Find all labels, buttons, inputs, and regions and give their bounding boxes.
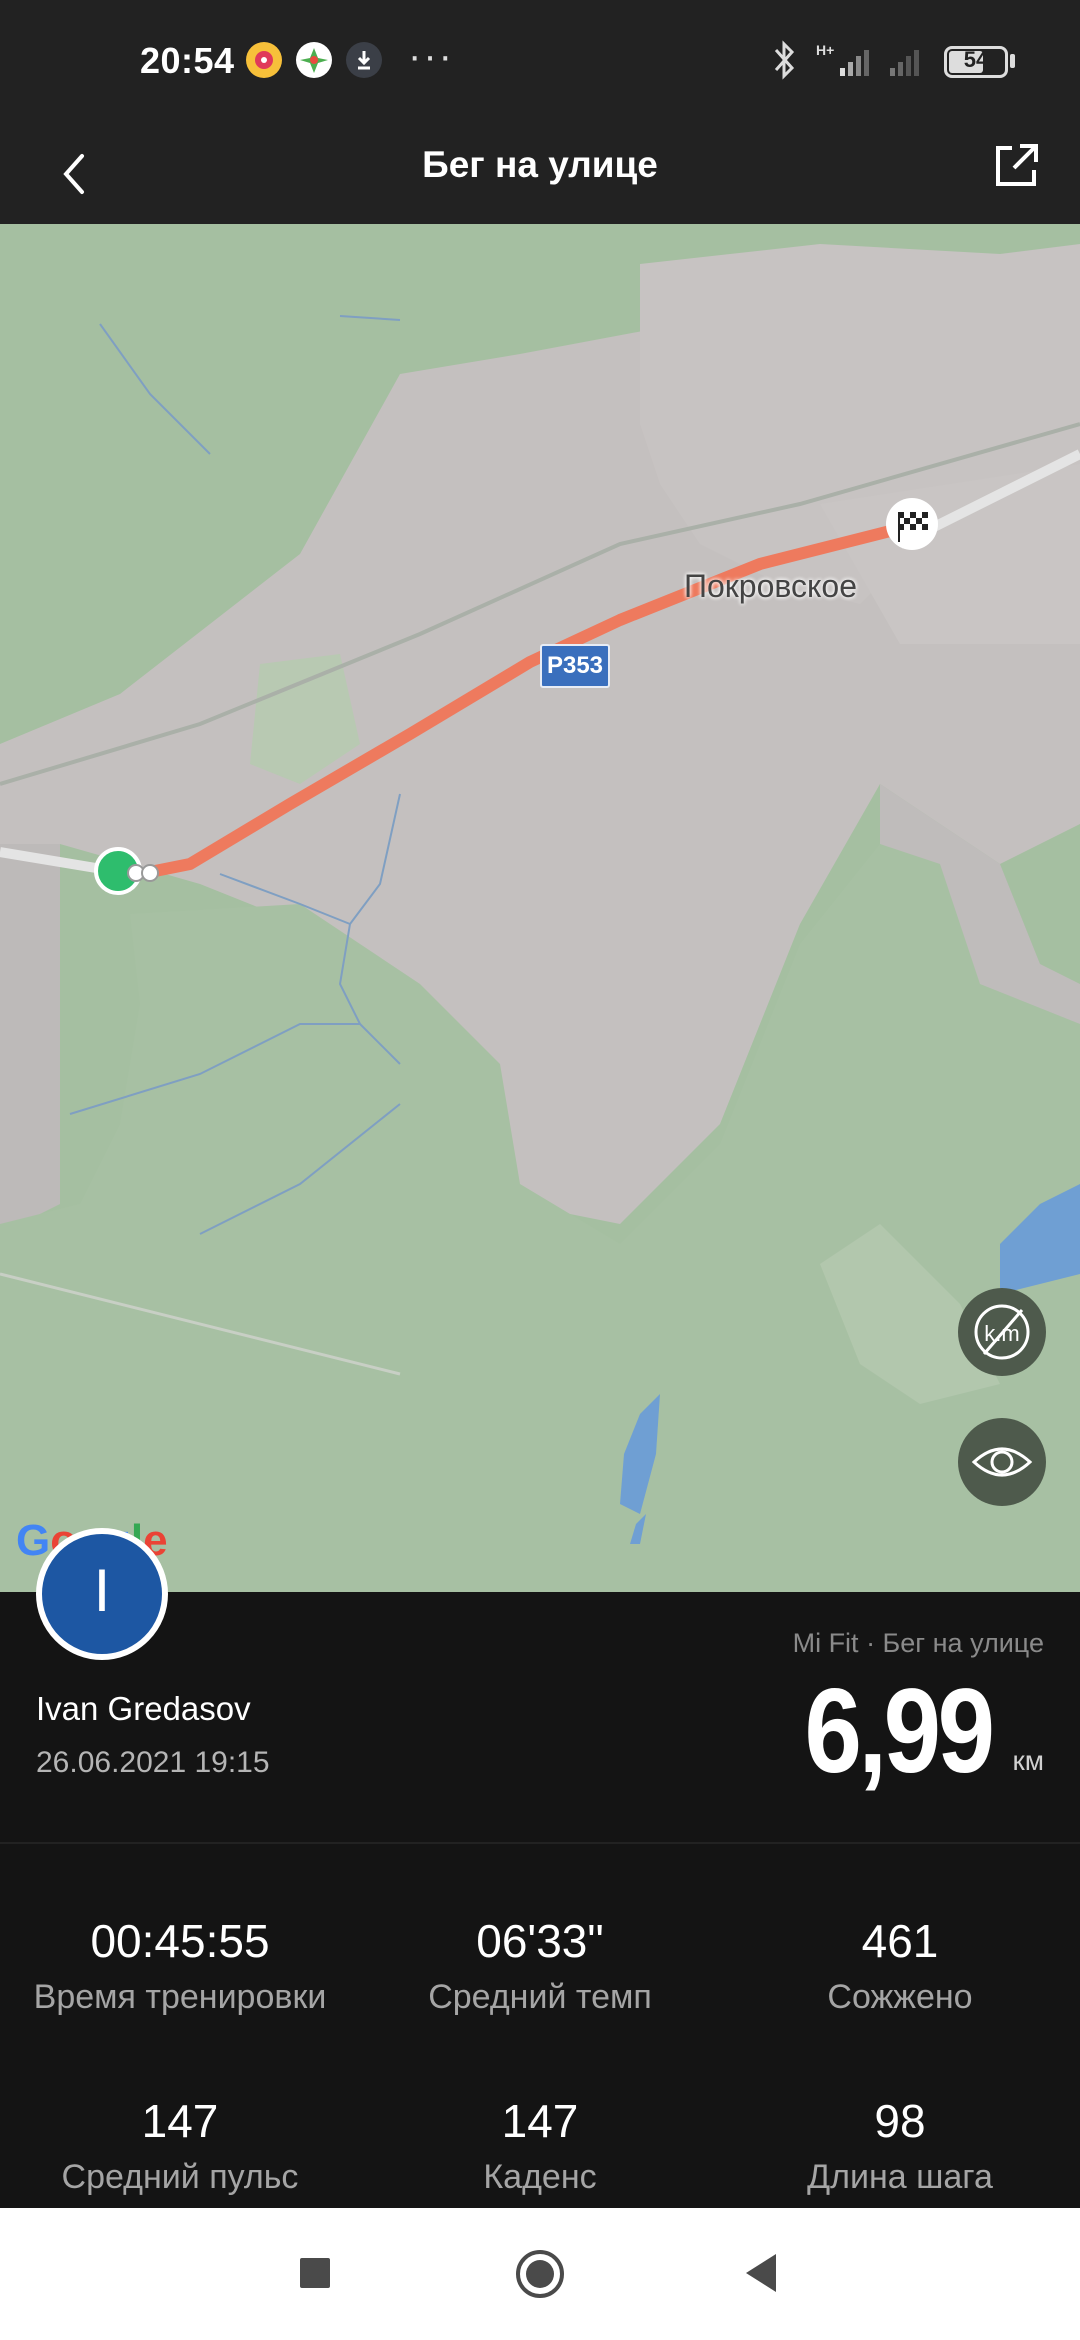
page-title: Бег на улице: [422, 144, 658, 185]
town-label: Покровское: [684, 568, 857, 604]
more-notifications-indicator: ···: [408, 34, 454, 78]
stat-value: 461: [861, 1915, 939, 1967]
battery-tip: [1010, 54, 1015, 68]
stat-value: 98: [874, 2095, 926, 2147]
bluetooth-icon: [774, 40, 795, 80]
network-type-label: H+: [816, 42, 835, 58]
avatar-initial: I: [93, 1557, 111, 1624]
download-icon: [346, 42, 382, 78]
stat-value: 06'33": [476, 1915, 604, 1967]
music-app-icon: [246, 42, 282, 78]
workout-date: 26.06.2021 19:15: [36, 1746, 270, 1779]
stat-label: Средний темп: [428, 1978, 652, 2016]
recents-button[interactable]: [300, 2258, 330, 2288]
road-badge: Р353: [540, 644, 610, 688]
signal-icon-secondary: [890, 50, 919, 76]
photos-app-icon: [296, 42, 332, 78]
stat-label: Сожжено: [827, 1978, 973, 2016]
signal-icon: [840, 50, 869, 76]
avatar[interactable]: I: [36, 1528, 168, 1660]
distance-value: 6,99: [804, 1664, 996, 1798]
stat-value: 00:45:55: [90, 1915, 270, 1967]
divider: [0, 1842, 1080, 1844]
stat-calories: 461 Сожжено: [720, 1914, 1080, 2017]
share-button[interactable]: [990, 138, 1044, 192]
home-button[interactable]: [514, 2248, 566, 2300]
stat-label: Время тренировки: [33, 1978, 327, 2016]
stat-label: Средний пульс: [61, 2158, 299, 2196]
eye-icon: [971, 1447, 1033, 1477]
stat-duration: 00:45:55 Время тренировки: [0, 1914, 360, 2017]
workout-source: Mi Fit · Бег на улице: [792, 1628, 1044, 1658]
status-bar: 20:54 ··· H+ 54: [0, 0, 1080, 124]
toggle-km-markers-button[interactable]: k.m: [958, 1288, 1046, 1376]
app-header: Бег на улице: [0, 124, 1080, 224]
stat-label: Длина шага: [807, 2158, 993, 2196]
stat-value: 147: [501, 2095, 579, 2147]
map-canvas: [0, 244, 1080, 1592]
share-icon: [996, 144, 1038, 186]
user-name: Ivan Gredasov: [36, 1690, 251, 1727]
toggle-visibility-button[interactable]: [958, 1418, 1046, 1506]
stat-avg-heart-rate: 147 Средний пульс: [0, 2094, 360, 2197]
km-markers-off-icon: k.m: [974, 1304, 1030, 1360]
status-time: 20:54: [140, 40, 235, 81]
stat-label: Каденс: [483, 2158, 597, 2196]
stat-value: 147: [141, 2095, 219, 2147]
battery-icon: 54: [944, 46, 1008, 78]
distance-unit: км: [1012, 1745, 1045, 1776]
stat-cadence: 147 Каденс: [360, 2094, 720, 2197]
battery-level: 54: [963, 47, 989, 72]
back-nav-button[interactable]: [742, 2250, 778, 2296]
route-map[interactable]: Покровское Р353 k.m Google: [0, 224, 1080, 1592]
system-nav-bar: [0, 2208, 1080, 2340]
stat-avg-pace: 06'33" Средний темп: [360, 1914, 720, 2017]
stat-stride-length: 98 Длина шага: [720, 2094, 1080, 2197]
